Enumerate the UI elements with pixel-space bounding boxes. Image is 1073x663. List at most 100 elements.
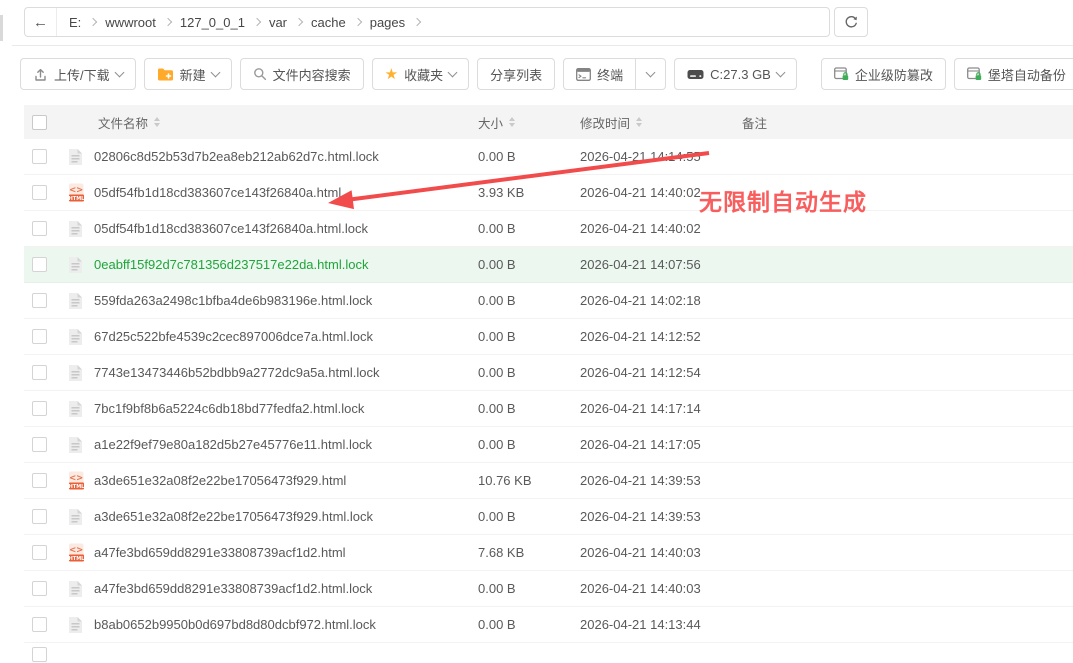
row-checkbox[interactable]: [32, 509, 47, 524]
sort-mtime-control[interactable]: [636, 117, 642, 127]
table-row[interactable]: <> HTML a3de651e32a08f2e22be17056473f929…: [24, 463, 1073, 499]
file-name[interactable]: 67d25c522bfe4539c2cec897006dce7a.html.lo…: [94, 329, 373, 344]
row-checkbox[interactable]: [32, 257, 47, 272]
file-size: 3.93 KB: [478, 185, 580, 200]
row-checkbox-cell: [24, 509, 64, 524]
file-mtime: 2026-04-21 14:17:14: [580, 401, 742, 416]
row-checkbox[interactable]: [32, 545, 47, 560]
row-checkbox[interactable]: [32, 401, 47, 416]
upload-download-button[interactable]: 上传/下载: [20, 58, 136, 90]
table-header: 文件名称 大小 修改时间 备注: [24, 105, 1073, 139]
star-icon: ★: [385, 67, 398, 82]
chevron-right-icon: [413, 18, 421, 26]
back-button[interactable]: ←: [25, 8, 57, 36]
svg-text:HTML: HTML: [69, 484, 85, 490]
row-checkbox-cell: [24, 473, 64, 488]
table-row[interactable]: 67d25c522bfe4539c2cec897006dce7a.html.lo…: [24, 319, 1073, 355]
table-row[interactable]: a3de651e32a08f2e22be17056473f929.html.lo…: [24, 499, 1073, 535]
row-checkbox[interactable]: [32, 365, 47, 380]
file-size: 0.00 B: [478, 401, 580, 416]
table-row[interactable]: 7743e13473446b52bdbb9a2772dc9a5a.html.lo…: [24, 355, 1073, 391]
file-mtime: 2026-04-21 14:40:02: [580, 185, 742, 200]
row-checkbox[interactable]: [32, 329, 47, 344]
file-name[interactable]: 05df54fb1d18cd383607ce143f26840a.html: [94, 185, 341, 200]
file-name[interactable]: 0eabff15f92d7c781356d237517e22da.html.lo…: [94, 257, 368, 272]
disk-label: C:27.3 GB: [710, 67, 771, 82]
new-label: 新建: [180, 65, 206, 84]
terminal-button[interactable]: 终端: [563, 58, 636, 90]
file-name[interactable]: 02806c8d52b53d7b2ea8eb212ab62d7c.html.lo…: [94, 149, 379, 164]
file-name[interactable]: a47fe3bd659dd8291e33808739acf1d2.html: [94, 545, 346, 560]
breadcrumb-item[interactable]: 127_0_0_1: [180, 15, 245, 30]
file-name[interactable]: a47fe3bd659dd8291e33808739acf1d2.html.lo…: [94, 581, 372, 596]
row-checkbox[interactable]: [32, 617, 47, 632]
file-name[interactable]: a1e22f9ef79e80a182d5b27e45776e11.html.lo…: [94, 437, 372, 452]
file-name[interactable]: 559fda263a2498c1bfba4de6b983196e.html.lo…: [94, 293, 372, 308]
file-name[interactable]: a3de651e32a08f2e22be17056473f929.html.lo…: [94, 509, 373, 524]
row-checkbox[interactable]: [32, 293, 47, 308]
table-row[interactable]: a1e22f9ef79e80a182d5b27e45776e11.html.lo…: [24, 427, 1073, 463]
toolbar: 上传/下载 新建 文件内容搜索 ★ 收藏夹 分享列表: [20, 58, 1073, 90]
row-checkbox[interactable]: [32, 473, 47, 488]
table-row[interactable]: 05df54fb1d18cd383607ce143f26840a.html.lo…: [24, 211, 1073, 247]
table-body: 02806c8d52b53d7b2ea8eb212ab62d7c.html.lo…: [24, 139, 1073, 643]
table-row[interactable]: <> HTML 05df54fb1d18cd383607ce143f26840a…: [24, 175, 1073, 211]
header-note: 备注: [742, 113, 767, 132]
row-checkbox[interactable]: [32, 221, 47, 236]
table-row[interactable]: 02806c8d52b53d7b2ea8eb212ab62d7c.html.lo…: [24, 139, 1073, 175]
row-checkbox-cell: [24, 185, 64, 200]
row-checkbox[interactable]: [32, 581, 47, 596]
breadcrumb: E: wwwroot 127_0_0_1 var cache pages: [57, 15, 432, 30]
row-checkbox-cell: [24, 437, 64, 452]
html-file-icon: <> HTML: [68, 471, 85, 490]
tamper-proof-button[interactable]: 企业级防篡改: [821, 58, 946, 90]
new-button[interactable]: 新建: [144, 58, 232, 90]
breadcrumb-item[interactable]: pages: [370, 15, 405, 30]
html-file-icon: <> HTML: [68, 183, 85, 202]
file-name[interactable]: 05df54fb1d18cd383607ce143f26840a.html.lo…: [94, 221, 368, 236]
table-row[interactable]: 7bc1f9bf8b6a5224c6db18bd77fedfa2.html.lo…: [24, 391, 1073, 427]
row-checkbox-cell: [24, 617, 64, 632]
chevron-right-icon: [353, 18, 361, 26]
favorites-label: 收藏夹: [404, 65, 443, 84]
file-name[interactable]: a3de651e32a08f2e22be17056473f929.html: [94, 473, 346, 488]
row-checkbox[interactable]: [32, 149, 47, 164]
file-name[interactable]: 7bc1f9bf8b6a5224c6db18bd77fedfa2.html.lo…: [94, 401, 364, 416]
back-arrow-icon: ←: [33, 14, 48, 31]
select-all-cell: [24, 115, 64, 130]
row-checkbox-cell: [24, 149, 64, 164]
sort-name-control[interactable]: [154, 117, 160, 127]
file-content-search-button[interactable]: 文件内容搜索: [240, 58, 364, 90]
file-name[interactable]: b8ab0652b9950b0d697bd8d80dcbf972.html.lo…: [94, 617, 376, 632]
document-file-icon: [68, 436, 83, 454]
table-row[interactable]: <> HTML a47fe3bd659dd8291e33808739acf1d2…: [24, 535, 1073, 571]
file-mtime: 2026-04-21 14:40:03: [580, 581, 742, 596]
file-mtime: 2026-04-21 14:14:55: [580, 149, 742, 164]
table-row[interactable]: a47fe3bd659dd8291e33808739acf1d2.html.lo…: [24, 571, 1073, 607]
disk-select-button[interactable]: C:27.3 GB: [674, 58, 797, 90]
file-size: 0.00 B: [478, 581, 580, 596]
table-row[interactable]: 0eabff15f92d7c781356d237517e22da.html.lo…: [24, 247, 1073, 283]
chevron-right-icon: [253, 18, 261, 26]
sort-size-control[interactable]: [509, 117, 515, 127]
favorites-button[interactable]: ★ 收藏夹: [372, 58, 469, 90]
terminal-dropdown-button[interactable]: [636, 58, 666, 90]
table-row[interactable]: b8ab0652b9950b0d697bd8d80dcbf972.html.lo…: [24, 607, 1073, 643]
row-checkbox[interactable]: [32, 647, 47, 662]
breadcrumb-item[interactable]: cache: [311, 15, 346, 30]
document-file-icon: [68, 220, 83, 238]
chevron-right-icon: [295, 18, 303, 26]
table-row-partial[interactable]: [24, 643, 1073, 663]
refresh-button[interactable]: [834, 7, 868, 37]
table-row[interactable]: 559fda263a2498c1bfba4de6b983196e.html.lo…: [24, 283, 1073, 319]
file-name[interactable]: 7743e13473446b52bdbb9a2772dc9a5a.html.lo…: [94, 365, 380, 380]
file-type-icon-cell: [64, 328, 90, 346]
select-all-checkbox[interactable]: [32, 115, 47, 130]
breadcrumb-item[interactable]: E:: [69, 15, 81, 30]
auto-backup-button[interactable]: 堡塔自动备份: [954, 58, 1073, 90]
row-checkbox[interactable]: [32, 437, 47, 452]
row-checkbox[interactable]: [32, 185, 47, 200]
breadcrumb-item[interactable]: wwwroot: [105, 15, 156, 30]
breadcrumb-item[interactable]: var: [269, 15, 287, 30]
share-list-button[interactable]: 分享列表: [477, 58, 555, 90]
